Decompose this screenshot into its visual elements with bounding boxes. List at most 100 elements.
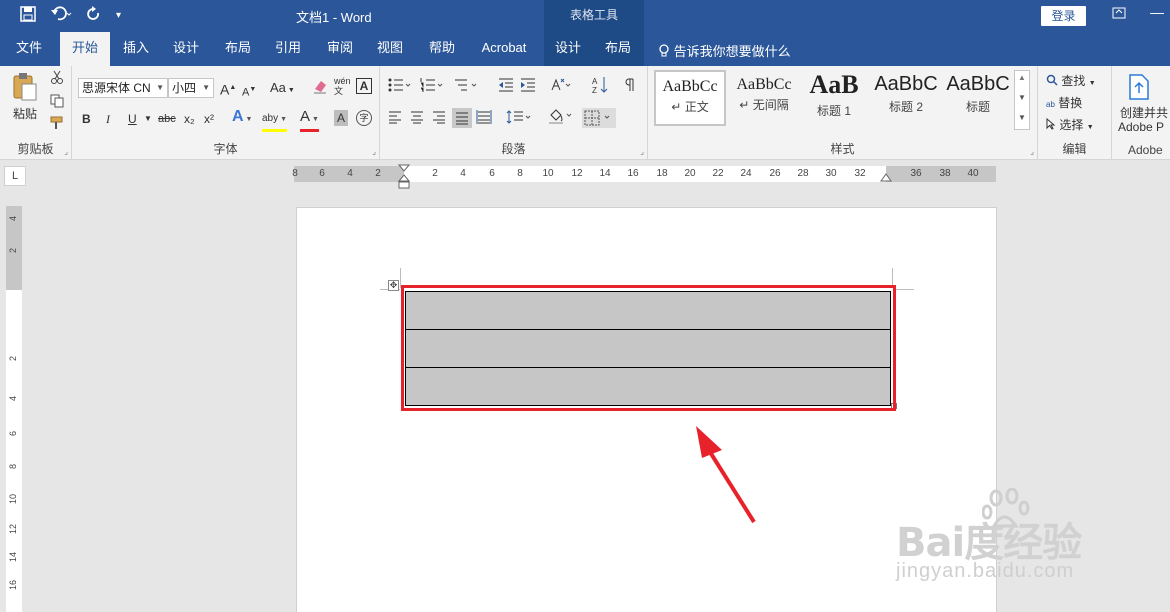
ruler-tick: 4 [347, 168, 353, 179]
cut-icon[interactable] [50, 70, 64, 89]
multilevel-list-icon[interactable] [454, 78, 478, 97]
tab-selector[interactable]: L [4, 166, 26, 186]
align-right-icon[interactable] [432, 110, 446, 129]
shrink-font-icon[interactable]: A▼ [242, 81, 256, 102]
style-sample: AaBbCc [662, 78, 718, 95]
justify-icon[interactable] [452, 108, 472, 128]
style-name: 标题 2 [888, 100, 923, 114]
sort-icon[interactable]: AZ [592, 76, 608, 99]
customize-qat-icon[interactable]: ▾ [116, 6, 121, 26]
tab-table-layout[interactable]: 布局 [598, 32, 638, 66]
underline-button[interactable]: U [128, 110, 137, 128]
tab-help[interactable]: 帮助 [420, 32, 464, 66]
clipboard-launcher-icon[interactable]: ⌟ [64, 147, 68, 156]
subscript-button[interactable]: x₂ [184, 110, 195, 128]
tab-references[interactable]: 引用 [266, 32, 310, 66]
copy-icon[interactable] [50, 94, 64, 113]
style-heading-2[interactable]: AaBbC 标题 2 [870, 70, 942, 126]
font-name-combo[interactable]: 思源宋体 CN ▼ [78, 78, 168, 98]
redo-icon[interactable] [86, 6, 102, 28]
ruler-tick: 2 [432, 168, 438, 179]
replace-button[interactable]: ab 替换 [1046, 94, 1082, 114]
style-sample: AaBbC [874, 73, 938, 95]
horizontal-ruler[interactable]: 8 6 4 2 2 4 6 8 10 12 14 16 18 20 22 24 … [292, 164, 996, 189]
ruler-tick: 18 [656, 168, 668, 179]
styles-launcher-icon[interactable]: ⌟ [1030, 147, 1034, 156]
tab-acrobat[interactable]: Acrobat [474, 32, 534, 66]
char-border-icon[interactable]: A [356, 78, 372, 94]
strikethrough-button[interactable]: abc [158, 110, 176, 128]
clear-format-icon[interactable] [312, 78, 328, 99]
chevron-up-icon[interactable]: ▲ [1018, 73, 1026, 82]
save-icon[interactable] [20, 6, 36, 28]
style-sample: AaBbCc [736, 76, 792, 93]
tab-view[interactable]: 视图 [368, 32, 412, 66]
tab-file[interactable]: 文件 [6, 32, 52, 66]
styles-gallery-scroll[interactable]: ▲ ▼ ▼ [1014, 70, 1030, 130]
line-spacing-icon[interactable] [506, 110, 532, 129]
numbering-icon[interactable] [420, 78, 444, 97]
ribbon-display-icon[interactable] [1112, 6, 1126, 23]
adobe-pdf-label[interactable]: Adobe P [1118, 118, 1164, 136]
ruler-tick: 8 [8, 464, 18, 470]
bullets-icon[interactable] [388, 78, 412, 97]
ruler-tick: 12 [571, 168, 583, 179]
tab-insert[interactable]: 插入 [114, 32, 158, 66]
change-case-icon[interactable]: Aa ▼ [270, 79, 295, 100]
underline-dropdown-icon[interactable]: ▼ [144, 110, 152, 128]
increase-indent-icon[interactable] [520, 78, 536, 97]
style-normal[interactable]: AaBbCc ↵ 正文 [654, 70, 726, 126]
tab-table-design[interactable]: 设计 [548, 32, 588, 66]
enclose-char-icon[interactable]: 字 [356, 110, 372, 126]
style-name: ↵ 无间隔 [739, 98, 789, 112]
right-indent-marker-icon[interactable] [880, 170, 892, 185]
ruler-tick: 8 [292, 168, 298, 179]
tab-review[interactable]: 审阅 [318, 32, 362, 66]
tell-me-box[interactable]: 告诉我你想要做什么 [658, 41, 791, 60]
highlight-color-icon[interactable]: aby ▼ [262, 110, 287, 132]
text-effects-icon[interactable]: A ▼ [232, 108, 252, 129]
find-button[interactable]: 查找 ▼ [1046, 72, 1096, 93]
paragraph-launcher-icon[interactable]: ⌟ [640, 147, 644, 156]
grow-font-icon[interactable]: A▲ [220, 79, 236, 99]
font-size-combo[interactable]: 小四 ▼ [168, 78, 214, 98]
chinese-layout-icon[interactable] [550, 77, 572, 98]
select-button[interactable]: 选择 ▼ [1046, 116, 1094, 137]
vertical-ruler[interactable]: 4 2 2 4 6 8 10 12 14 16 [6, 206, 22, 612]
table-move-handle-icon[interactable]: ✥ [388, 280, 399, 291]
style-title[interactable]: AaBbC 标题 [942, 70, 1014, 126]
shading-icon[interactable] [548, 108, 574, 129]
align-left-icon[interactable] [388, 110, 402, 129]
style-no-spacing[interactable]: AaBbCc ↵ 无间隔 [728, 70, 800, 126]
font-color-icon[interactable]: A ▼ [300, 108, 319, 132]
create-pdf-icon[interactable] [1128, 74, 1150, 105]
show-marks-icon[interactable] [624, 78, 636, 97]
decrease-indent-icon[interactable] [498, 78, 514, 97]
bold-button[interactable]: B [82, 110, 91, 128]
format-painter-icon[interactable] [50, 116, 64, 135]
chevron-down-icon[interactable]: ▼ [1018, 93, 1026, 102]
style-heading-1[interactable]: AaB 标题 1 [798, 70, 870, 126]
ruler-tick: 4 [8, 396, 18, 402]
paste-button[interactable]: 粘贴 [8, 72, 42, 128]
ruler-tick: 20 [684, 168, 696, 179]
undo-icon[interactable] [50, 6, 72, 28]
login-button[interactable]: 登录 [1041, 6, 1086, 26]
borders-icon[interactable] [582, 108, 616, 128]
indent-marker-icon[interactable] [397, 164, 411, 193]
phonetic-guide-icon[interactable]: wén 文 [334, 76, 351, 96]
superscript-button[interactable]: x² [204, 110, 214, 128]
ruler-tick: 2 [8, 248, 18, 254]
italic-button[interactable]: I [106, 110, 110, 128]
more-styles-icon[interactable]: ▼ [1018, 113, 1026, 122]
distributed-icon[interactable] [476, 110, 492, 129]
font-launcher-icon[interactable]: ⌟ [372, 147, 376, 156]
ruler-tick: 4 [8, 216, 18, 222]
minimize-icon[interactable]: — [1150, 4, 1164, 20]
tab-layout[interactable]: 布局 [216, 32, 260, 66]
align-center-icon[interactable] [410, 110, 424, 129]
adobe-group: 创建并共 Adobe P Adobe [1112, 66, 1170, 160]
tab-home[interactable]: 开始 [60, 32, 110, 66]
char-shading-icon[interactable]: A [334, 110, 348, 126]
tab-design[interactable]: 设计 [164, 32, 208, 66]
